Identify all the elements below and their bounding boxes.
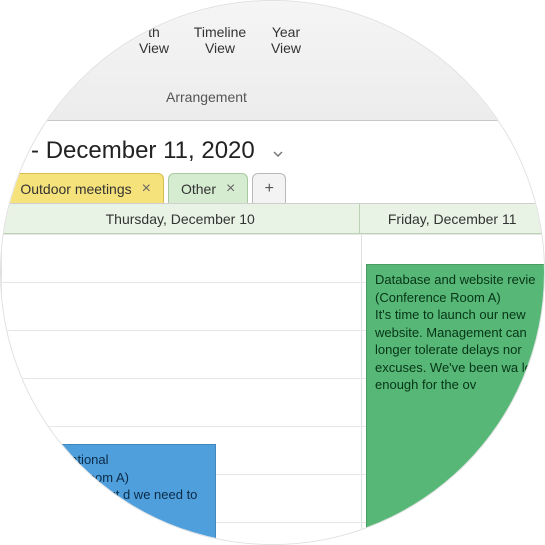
- arrangement-group-label: Arrangement: [166, 89, 247, 105]
- with-label-l1: th: [148, 24, 160, 40]
- column-header-thursday[interactable]: Thursday, December 10: [1, 204, 359, 233]
- event-body: It's time to launch our new website. Man…: [375, 306, 545, 394]
- working-hours-button[interactable]: Working H: [1, 1, 131, 27]
- close-icon[interactable]: ×: [142, 181, 151, 197]
- timeline-view-button[interactable]: Timeline View: [189, 24, 251, 56]
- tab-strip: s × Outdoor meetings × Other × +: [1, 171, 544, 204]
- ribbon: th View Timeline View Year View Working …: [1, 1, 544, 121]
- clock-icon: [8, 6, 26, 22]
- event-operational[interactable]: etermine operational ncies (Training Roo…: [0, 444, 216, 545]
- event-title: etermine operational: [0, 451, 207, 469]
- timeline-label-l2: View: [205, 40, 235, 56]
- event-location: (Conference Room A): [375, 289, 545, 307]
- close-icon[interactable]: ×: [226, 181, 235, 197]
- column-header-row: Thursday, December 10 Friday, December 1…: [1, 204, 544, 234]
- working-hours-label: Working H: [32, 6, 97, 22]
- tab-other-label: Other: [181, 181, 216, 197]
- plus-icon: +: [265, 180, 274, 198]
- tab-other[interactable]: Other ×: [168, 173, 248, 203]
- calendar-grid[interactable]: Database and website revie (Conference R…: [1, 234, 544, 544]
- year-view-button[interactable]: Year View: [261, 24, 311, 56]
- date-range-text: 2020 - December 11, 2020: [0, 137, 255, 165]
- event-body: ses remain throughout d we need to st li…: [0, 486, 207, 521]
- tab-outdoor-label: Outdoor meetings: [20, 181, 131, 197]
- column-header-friday-label: Friday, December 11: [388, 211, 517, 227]
- date-range-dropdown[interactable]: [273, 149, 283, 159]
- date-range-row: 2020 - December 11, 2020: [1, 121, 544, 171]
- tab-outdoor-meetings[interactable]: Outdoor meetings ×: [7, 173, 164, 203]
- add-tab-button[interactable]: +: [252, 173, 286, 203]
- column-header-thursday-label: Thursday, December 10: [106, 211, 255, 227]
- view-button-with[interactable]: th View: [129, 24, 179, 56]
- tab-first[interactable]: s ×: [0, 173, 3, 203]
- gridline-horizontal: [1, 234, 544, 235]
- column-header-friday[interactable]: Friday, December 11: [359, 204, 544, 233]
- chevron-down-icon: [273, 149, 283, 159]
- event-title: Database and website revie: [375, 271, 545, 289]
- year-label-l2: View: [271, 40, 301, 56]
- with-label-l2: View: [139, 40, 169, 56]
- year-label-l1: Year: [272, 24, 300, 40]
- event-database-review[interactable]: Database and website revie (Conference R…: [366, 264, 545, 534]
- gridline-vertical: [361, 234, 362, 544]
- event-location: ncies (Training Room A): [0, 469, 207, 487]
- timeline-label-l1: Timeline: [194, 24, 246, 40]
